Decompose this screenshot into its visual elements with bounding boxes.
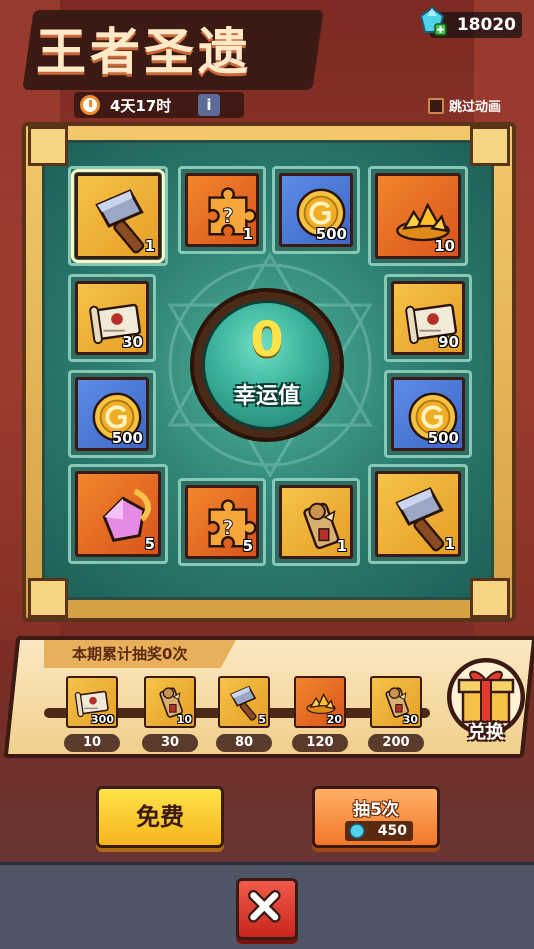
milestone-draw-count: 80	[216, 734, 272, 752]
svg-text:?: ?	[222, 205, 233, 228]
prize-slot-crystal: 5	[68, 464, 168, 564]
clock-icon	[80, 95, 100, 115]
gem-plus-icon[interactable]	[417, 6, 447, 36]
frame-corner	[470, 126, 510, 166]
prize-quantity: 90	[438, 333, 459, 351]
prize-slot-hammer: 1	[368, 464, 468, 564]
draw-5-label: 抽5次	[353, 800, 399, 820]
prize-quantity: 30	[122, 333, 143, 351]
prize-quantity: 500	[427, 429, 459, 447]
milestone-reward[interactable]: 5 80	[216, 676, 274, 752]
milestone-quantity: 300	[91, 713, 114, 726]
milestone-card: 300	[66, 676, 118, 728]
skip-checkbox[interactable]	[428, 97, 444, 114]
prize-card: 10	[375, 173, 461, 259]
milestone-card: 20	[294, 676, 346, 728]
milestone-draw-count: 30	[142, 734, 198, 752]
prize-quantity: 500	[111, 429, 143, 447]
milestone-quantity: 30	[402, 713, 418, 726]
prize-card: ? 5	[185, 485, 259, 559]
milestone-quantity: 20	[326, 713, 342, 726]
prize-card: 1	[375, 471, 461, 557]
milestone-card: 30	[370, 676, 422, 728]
milestone-card: 5	[218, 676, 270, 728]
prize-slot-coin: 500	[384, 370, 472, 458]
close-icon	[248, 890, 281, 923]
milestone-reward[interactable]: 300 10	[64, 676, 122, 752]
milestone-quantity: 10	[176, 713, 192, 726]
milestone-draw-count: 10	[64, 734, 120, 752]
milestone-reward[interactable]: 30 200	[368, 676, 426, 752]
prize-slot-relic-scroll: 1	[272, 478, 360, 566]
prize-quantity: 5	[144, 535, 155, 553]
prize-quantity: 1	[444, 535, 455, 553]
prize-card: ? 1	[185, 173, 259, 247]
milestone-draw-count: 200	[368, 734, 424, 752]
prize-quantity: 5	[242, 537, 253, 555]
prize-card: 90	[391, 281, 465, 355]
frame-corner	[470, 578, 510, 618]
prize-quantity: 10	[434, 237, 455, 255]
prize-quantity: 1	[242, 225, 253, 243]
skip-animation-toggle[interactable]: 跳过动画	[428, 96, 501, 115]
prize-slot-scroll: 30	[68, 274, 156, 362]
prize-slot-coin: 500	[272, 166, 360, 254]
milestone-quantity: 5	[258, 713, 266, 726]
close-button[interactable]	[236, 878, 298, 940]
luck-value: 0	[250, 312, 284, 368]
draw-5-button[interactable]: 抽5次 450	[312, 786, 440, 848]
prize-slot-puzzle: ? 1	[178, 166, 266, 254]
milestone-reward[interactable]: 20 120	[292, 676, 350, 752]
prize-card: 500	[391, 377, 465, 451]
prize-slot-puzzle: ? 5	[178, 478, 266, 566]
prize-slot-scroll: 90	[384, 274, 472, 362]
milestone-reward[interactable]: 10 30	[142, 676, 200, 752]
prize-card: 1	[279, 485, 353, 559]
prize-slot-hammer: 1	[68, 166, 168, 266]
luck-label: 幸运值	[233, 384, 300, 409]
prize-card: 5	[75, 471, 161, 557]
prize-quantity: 1	[144, 237, 155, 255]
svg-text:?: ?	[222, 517, 233, 540]
prize-quantity: 1	[336, 537, 347, 555]
frame-corner	[28, 126, 68, 166]
page-title: 王者圣遗	[36, 23, 252, 81]
prize-slot-gold-pile: 10	[368, 166, 468, 266]
timer-text: 4天17时	[110, 96, 172, 115]
skip-label: 跳过动画	[449, 100, 502, 115]
frame-corner	[28, 578, 68, 618]
prize-card: 30	[75, 281, 149, 355]
prize-slot-coin: 500	[68, 370, 156, 458]
prize-card: 500	[75, 377, 149, 451]
free-draw-button[interactable]: 免费	[96, 786, 224, 848]
exchange-label: 兑换	[468, 722, 504, 743]
prize-quantity: 500	[315, 225, 347, 243]
milestone-card: 10	[144, 676, 196, 728]
info-button[interactable]: i	[198, 94, 220, 116]
milestone-draw-count: 120	[292, 734, 348, 752]
gem-icon	[349, 823, 365, 839]
progress-title: 本期累计抽奖0次	[44, 640, 236, 668]
prize-card: 500	[279, 173, 353, 247]
prize-card: 1	[71, 169, 165, 263]
